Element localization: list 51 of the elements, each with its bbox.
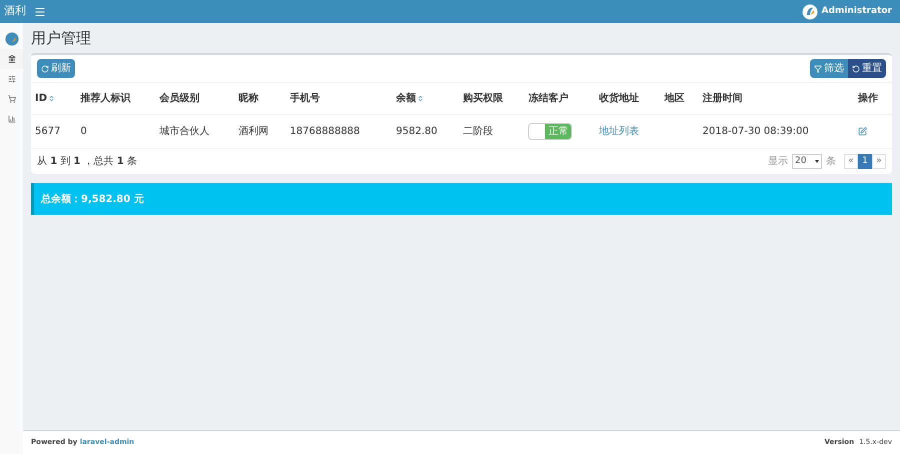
table-cell: 9582.80 [392,114,460,148]
pagination-summary: 从 1 到 1 ，总共 1 条 [37,154,137,169]
table-cell: 二阶段 [459,114,524,148]
brand-name: 酒利 [3,3,27,20]
page-button[interactable]: 1 [858,154,872,169]
bank-icon [8,55,16,63]
chart-icon [8,115,16,123]
undo-icon [852,64,860,72]
column-header: 操作 [854,82,892,114]
user-name[interactable]: Administrator [822,4,892,18]
address-list-link[interactable]: 地址列表 [599,126,640,137]
page-title: 用户管理 [31,28,92,49]
column-header: 昵称 [234,82,286,114]
refresh-button[interactable]: 刷新 [37,59,75,78]
total-balance-text: 总余额：9,582.80 元 [41,192,144,206]
column-header: 冻结客户 [524,82,596,114]
refresh-icon [41,64,49,72]
reset-button[interactable]: 重置 [848,59,886,78]
show-label: 显示 [768,155,788,169]
table-cell: 2018-07-30 08:39:00 [698,114,854,148]
filter-button[interactable]: 筛选 [810,59,848,78]
edit-icon[interactable] [858,127,867,136]
user-avatar-icon [802,4,818,20]
column-header: 购买权限 [459,82,524,114]
next-page-button[interactable]: » [872,154,886,169]
sort-icon[interactable] [48,94,56,102]
column-header: 注册时间 [698,82,854,114]
column-header: 会员级别 [155,82,234,114]
column-header[interactable]: ID [31,82,76,114]
table-cell: 5677 [31,114,76,148]
table-cell: 酒利网 [234,114,286,148]
column-header: 推荐人标识 [76,82,156,114]
logo-icon [4,32,18,46]
per-page-select[interactable]: 20 [792,154,822,169]
table-cell: 城市合伙人 [155,114,234,148]
cart-icon [8,95,16,103]
filter-icon [814,64,822,72]
status-toggle[interactable]: 正常 [528,123,572,140]
unit-label: 条 [826,155,836,169]
column-header: 地区 [660,82,698,114]
menu-icon[interactable] [34,6,46,18]
table-cell: 0 [76,114,156,148]
sidebar-item[interactable] [0,49,23,69]
caret-icon [815,160,819,163]
column-header[interactable]: 余额 [392,82,460,114]
column-header: 手机号 [286,82,392,114]
sort-icon[interactable] [417,94,424,102]
previous-page-button[interactable]: « [844,154,858,169]
sliders-icon [8,75,16,83]
table-cell: 18768888888 [286,114,392,148]
column-header: 收货地址 [595,82,660,114]
